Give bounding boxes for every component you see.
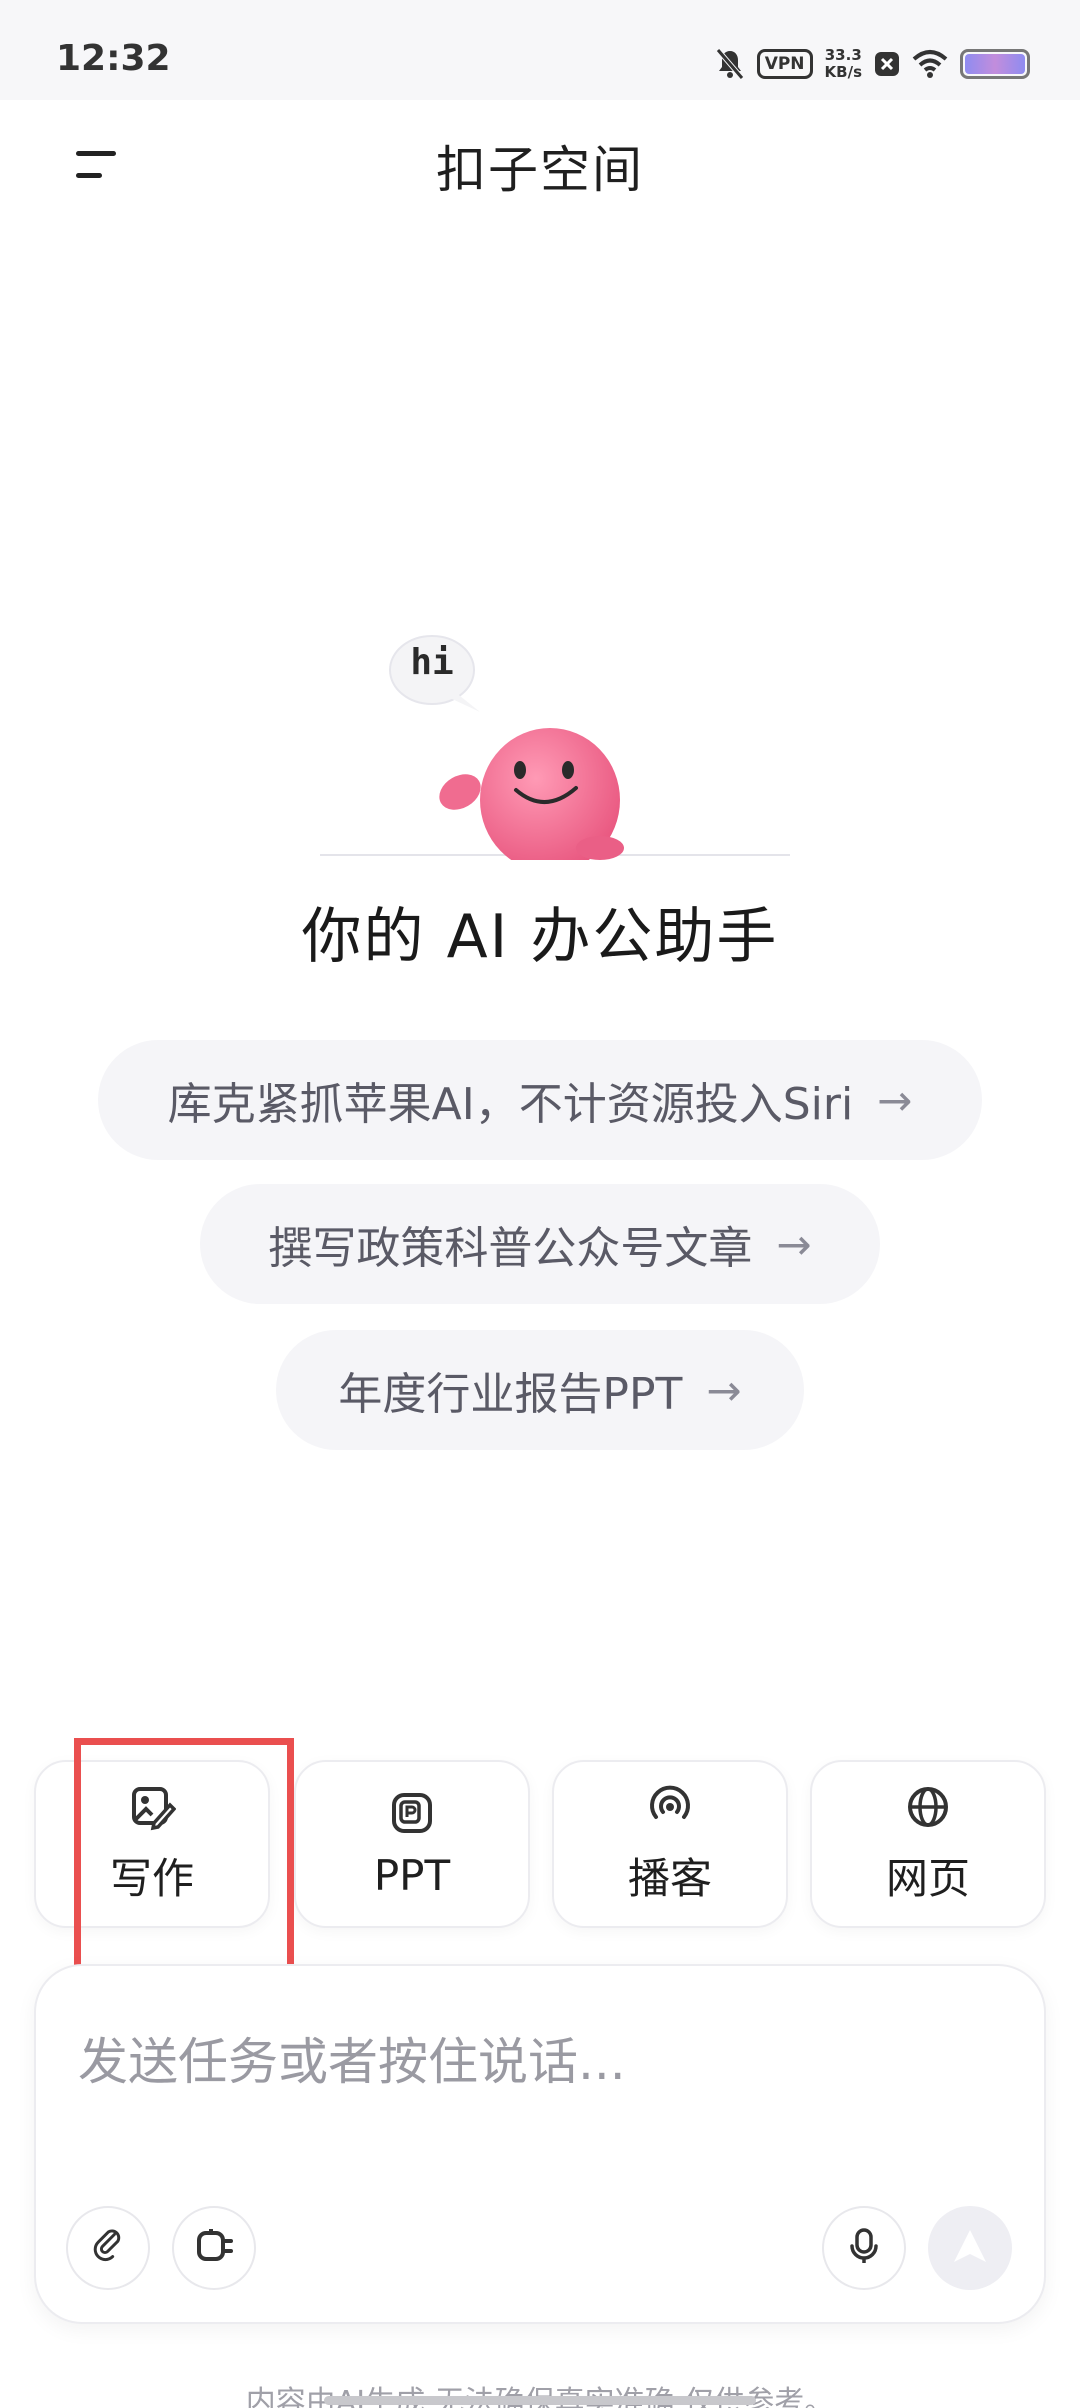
microphone-button[interactable] — [822, 2206, 906, 2290]
status-bar: 12:32 VPN 33.3 KB/s — [0, 0, 1080, 100]
microphone-icon — [844, 2226, 884, 2270]
suggestion-text: 年度行业报告PPT — [338, 1369, 683, 1420]
tool-label: PPT — [373, 1850, 451, 1900]
hero-subtitle: 你的 AI 办公助手 — [301, 902, 779, 972]
home-indicator[interactable] — [324, 2396, 756, 2405]
status-icons: VPN 33.3 KB/s — [715, 40, 1030, 88]
suggestion-text: 库克紧抓苹果AI，不计资源投入Siri — [167, 1079, 854, 1130]
highlight-box — [74, 1738, 294, 1972]
globe-icon — [904, 1783, 952, 1831]
send-button[interactable] — [928, 2206, 1012, 2290]
message-input[interactable]: 发送任务或者按住说话... — [78, 2022, 626, 2094]
battery-fill — [965, 54, 1025, 74]
suggestion-chip[interactable]: 库克紧抓苹果AI，不计资源投入Siri → — [98, 1040, 982, 1160]
podcast-icon — [646, 1783, 694, 1831]
tool-label: 播客 — [627, 1853, 712, 1903]
mascot-illustration: hi — [320, 620, 790, 872]
ppt-icon — [388, 1789, 436, 1837]
tool-podcast-button[interactable]: 播客 — [552, 1760, 788, 1928]
arrow-right-icon: → — [706, 1365, 742, 1415]
page-title: 扣子空间 — [436, 141, 644, 199]
send-icon — [950, 2226, 990, 2270]
attach-icon — [88, 2226, 128, 2270]
bubble-text: hi — [410, 642, 454, 683]
arrow-right-icon: → — [877, 1075, 913, 1125]
tool-ppt-button[interactable]: PPT — [294, 1760, 530, 1928]
suggestion-chip[interactable]: 年度行业报告PPT → — [276, 1330, 804, 1450]
tool-webpage-button[interactable]: 网页 — [810, 1760, 1046, 1928]
net-speed-value: 33.3 — [824, 46, 862, 64]
arrow-right-icon: → — [776, 1219, 812, 1269]
status-time: 12:32 — [56, 38, 171, 79]
battery-icon — [960, 49, 1030, 79]
suggestion-text: 撰写政策科普公众号文章 — [268, 1223, 753, 1274]
net-speed-unit: KB/s — [824, 63, 862, 81]
close-icon — [874, 51, 900, 77]
plugin-icon — [193, 2225, 235, 2271]
attach-button[interactable] — [66, 2206, 150, 2290]
tool-label: 网页 — [885, 1853, 970, 1903]
mute-bell-icon — [715, 48, 745, 80]
suggestion-chip[interactable]: 撰写政策科普公众号文章 → — [200, 1184, 880, 1304]
wifi-icon — [912, 49, 948, 79]
vpn-icon: VPN — [756, 49, 813, 79]
net-speed: 33.3 KB/s — [825, 47, 862, 81]
plugin-button[interactable] — [172, 2206, 256, 2290]
